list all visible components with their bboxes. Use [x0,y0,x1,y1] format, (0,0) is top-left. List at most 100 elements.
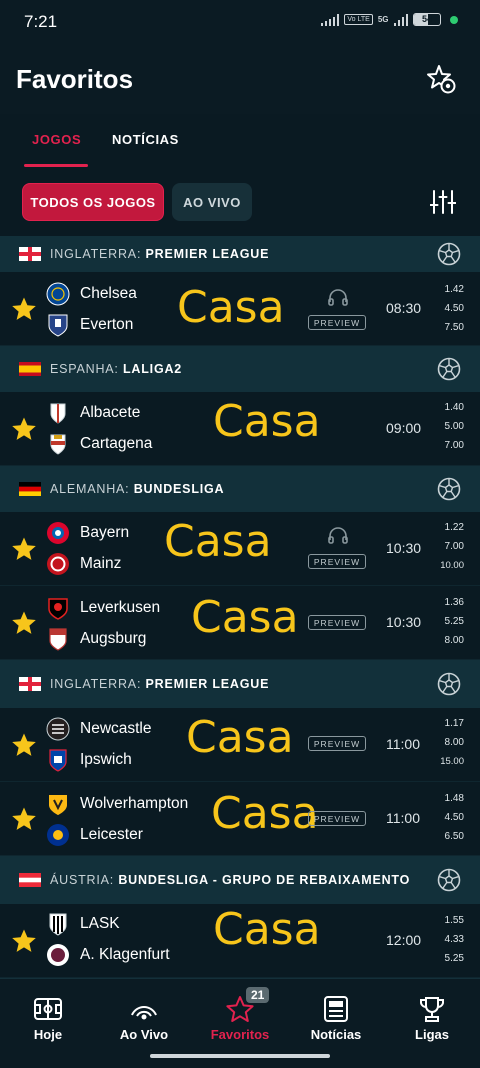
home-team: Leverkusen [46,596,160,620]
preview-button[interactable]: PREVIEW [308,315,366,330]
odds-home[interactable]: 1.55 [434,915,464,926]
favorite-star-icon[interactable] [11,296,37,322]
odds-draw[interactable]: 7.00 [434,541,464,552]
bayern-crest-icon [47,522,69,544]
home-team-name: Chelsea [80,285,137,302]
odds-away[interactable]: 10.00 [434,560,464,571]
league-header[interactable]: INGLATERRA: PREMIER LEAGUE [0,660,480,708]
away-team-name: Everton [80,316,134,333]
preview-button[interactable]: PREVIEW [308,615,366,630]
filter-settings-icon[interactable] [430,188,456,216]
home-team-name: Leverkusen [80,599,161,616]
preview-button[interactable]: PREVIEW [308,554,366,569]
odds-away[interactable]: 5.25 [434,953,464,964]
home-team-name: LASK [80,915,120,932]
odds-draw[interactable]: 4.50 [434,303,464,314]
match-row[interactable]: Chelsea Everton Casa PREVIEW 08:30 1.42 … [0,272,480,346]
league-name: ESPANHA: LALIGA2 [50,362,183,376]
nav-noticias[interactable]: Notícias [296,995,376,1042]
filter-live-button[interactable]: AO VIVO [172,183,252,221]
match-time: 12:00 [386,932,422,948]
volte-tag: Vo LTE [344,14,373,25]
favorite-star-icon[interactable] [11,416,37,442]
home-team: Albacete [46,401,140,425]
league-header[interactable]: ÁUSTRIA: BUNDESLIGA - GRUPO DE REBAIXAME… [0,856,480,904]
camera-indicator-dot [450,15,458,24]
away-team-name: Leicester [80,826,143,843]
flag-england-icon [19,677,41,691]
odds-home[interactable]: 1.36 [434,597,464,608]
league-header[interactable]: INGLATERRA: PREMIER LEAGUE [0,236,480,272]
casa-overlay-text: Casa [213,904,321,955]
tab-noticias[interactable]: NOTÍCIAS [112,132,179,147]
casa-overlay-text: Casa [164,516,272,567]
match-time: 11:00 [386,810,420,826]
favorite-star-icon[interactable] [11,610,37,636]
news-icon [324,996,348,1022]
home-team: Wolverhampton [46,792,188,816]
flag-austria-icon [19,873,41,887]
odds-away[interactable]: 6.50 [434,831,464,842]
tab-bar: JOGOS NOTÍCIAS [0,114,480,170]
nav-favoritos[interactable]: 21 Favoritos [200,987,280,1042]
favorites-count-badge: 21 [246,987,270,1003]
league-name: ALEMANHA: BUNDESLIGA [50,482,225,496]
match-time: 10:30 [386,540,422,556]
battery-icon: 54 [413,13,441,26]
filter-all-games-button[interactable]: TODOS OS JOGOS [22,183,164,221]
trophy-icon [420,997,444,1022]
nav-ao-vivo[interactable]: Ao Vivo [104,995,184,1042]
match-row[interactable]: Newcastle Ipswich Casa PREVIEW 11:00 1.1… [0,708,480,782]
preview-button[interactable]: PREVIEW [308,736,366,751]
match-time: 09:00 [386,420,422,436]
odds-draw[interactable]: 8.00 [434,737,464,748]
match-row[interactable]: Wolverhampton Leicester Casa PREVIEW 11:… [0,782,480,856]
odds-home[interactable]: 1.17 [434,718,464,729]
home-team-name: Albacete [80,404,141,421]
odds-draw[interactable]: 5.00 [434,421,464,432]
favorite-settings-icon[interactable] [426,64,456,94]
match-row[interactable]: Bayern Mainz Casa PREVIEW 10:30 1.22 7.0… [0,512,480,586]
match-row[interactable]: Albacete Cartagena Casa 09:00 1.40 5.00 … [0,392,480,466]
odds-home[interactable]: 1.22 [434,522,464,533]
preview-button[interactable]: PREVIEW [308,811,366,826]
match-row[interactable]: Leverkusen Augsburg Casa PREVIEW 10:30 1… [0,586,480,660]
audio-commentary-icon[interactable] [327,288,349,306]
league-header[interactable]: ESPANHA: LALIGA2 [0,346,480,392]
flag-spain-icon [19,362,41,376]
league-header[interactable]: ALEMANHA: BUNDESLIGA [0,466,480,512]
away-team-name: A. Klagenfurt [80,946,170,963]
match-row[interactable]: LASK A. Klagenfurt Casa 12:00 1.55 4.33 … [0,904,480,978]
filter-bar: TODOS OS JOGOS AO VIVO [0,170,480,236]
league-name: INGLATERRA: PREMIER LEAGUE [50,677,270,691]
nav-ligas[interactable]: Ligas [392,995,472,1042]
odds-draw[interactable]: 4.50 [434,812,464,823]
league-name: INGLATERRA: PREMIER LEAGUE [50,247,270,261]
odds-draw[interactable]: 4.33 [434,934,464,945]
odds-away[interactable]: 8.00 [434,635,464,646]
odds-away[interactable]: 7.00 [434,440,464,451]
away-team: Mainz [46,552,121,576]
flag-germany-icon [19,482,41,496]
home-indicator[interactable] [150,1054,330,1058]
augsburg-crest-icon [49,628,67,651]
audio-commentary-icon[interactable] [327,526,349,544]
favorite-star-icon[interactable] [11,732,37,758]
favorite-star-icon[interactable] [11,806,37,832]
away-team: Everton [46,313,133,337]
tab-jogos[interactable]: JOGOS [32,132,81,147]
odds-away[interactable]: 7.50 [434,322,464,333]
home-team-name: Wolverhampton [80,795,189,812]
odds-home[interactable]: 1.40 [434,402,464,413]
match-list: INGLATERRA: PREMIER LEAGUE Chelsea Evert… [0,236,480,978]
odds-home[interactable]: 1.48 [434,793,464,804]
soccer-ball-icon [437,868,461,892]
klagenfurt-crest-icon [47,944,69,966]
soccer-ball-icon [437,242,461,266]
odds-home[interactable]: 1.42 [434,284,464,295]
odds-away[interactable]: 15.00 [434,756,464,767]
favorite-star-icon[interactable] [11,536,37,562]
favorite-star-icon[interactable] [11,928,37,954]
odds-draw[interactable]: 5.25 [434,616,464,627]
nav-hoje[interactable]: Hoje [8,995,88,1042]
